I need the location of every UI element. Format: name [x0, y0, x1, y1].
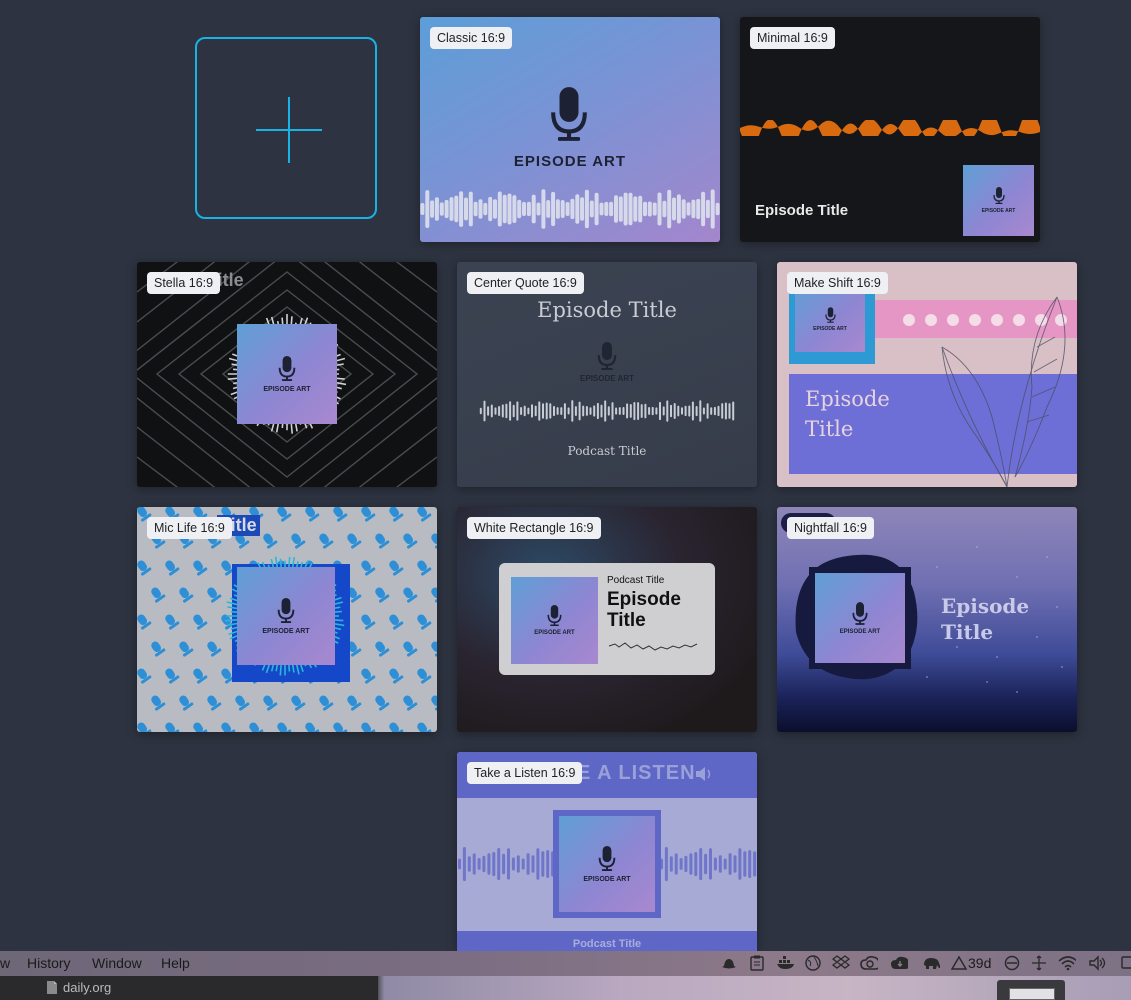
template-card-mic-life[interactable]: Title EPISODE ART Mic Life 16:9	[137, 507, 437, 732]
template-card-white-rectangle[interactable]: White Rectangle 16:9 EPISODE ART Podcast…	[457, 507, 757, 732]
globe-icon[interactable]	[804, 954, 822, 972]
microphone-icon	[550, 87, 588, 141]
microphone-icon	[852, 602, 868, 625]
podcast-title: Podcast Title	[567, 444, 647, 458]
episode-title: Episode Title	[537, 298, 677, 322]
podcast-title: Podcast Title	[607, 575, 665, 586]
podcast-title: Podcast Title	[572, 938, 642, 950]
template-card-minimal[interactable]: Minimal 16:9 Episode Title EPISODE ART	[740, 17, 1040, 242]
waveform	[608, 642, 698, 651]
menu-item-window[interactable]: Window	[92, 955, 142, 971]
circle-slash-icon[interactable]	[1003, 954, 1021, 972]
microphone-icon	[277, 598, 295, 623]
waveform	[479, 400, 735, 422]
template-card-center-quote[interactable]: Center Quote 16:9 Episode Title EPISODE …	[457, 262, 757, 487]
elephant-icon[interactable]	[922, 954, 940, 972]
microphone-icon	[825, 307, 836, 323]
waveform	[420, 189, 720, 229]
menu-item-history[interactable]: History	[27, 955, 71, 971]
waveform	[740, 120, 1040, 136]
volume-icon[interactable]	[1088, 954, 1106, 972]
menu-bar: w History Window Help 39d	[0, 951, 1131, 976]
template-card-nightfall[interactable]: EPISODE ART Episode Title Nightfall 16:9	[777, 507, 1077, 732]
template-label: White Rectangle 16:9	[467, 517, 601, 539]
template-label: Take a Listen 16:9	[467, 762, 583, 784]
wifi-icon[interactable]	[1058, 954, 1076, 972]
bottom-strip: daily.org	[0, 976, 1131, 1000]
episode-art: EPISODE ART	[237, 324, 337, 424]
microphone-icon	[993, 187, 1005, 204]
waveform-right	[660, 847, 757, 882]
menu-item-partial[interactable]: w	[0, 955, 10, 971]
microphone-icon	[278, 356, 296, 381]
template-label: Stella 16:9	[147, 272, 221, 294]
dropbox-icon[interactable]	[832, 954, 850, 972]
template-label: Make Shift 16:9	[787, 272, 888, 294]
window-thumbnail[interactable]	[997, 980, 1065, 1000]
add-template-button[interactable]	[195, 37, 377, 219]
template-label: Minimal 16:9	[750, 27, 835, 49]
episode-art: EPISODE ART	[511, 577, 598, 664]
episode-art: EPISODE ART	[815, 573, 905, 663]
cloud-download-icon[interactable]	[890, 954, 908, 972]
banner-text: E A LISTEN	[577, 762, 696, 784]
episode-art-label: EPISODE ART	[580, 374, 634, 383]
microphone-icon	[597, 342, 617, 370]
docker-icon[interactable]	[776, 954, 794, 972]
delta-icon[interactable]	[950, 954, 968, 972]
microphone-icon	[547, 605, 562, 626]
waveform-left	[458, 847, 555, 882]
template-label: Center Quote 16:9	[467, 272, 584, 294]
leaf-illustration	[941, 296, 1066, 487]
template-label: Mic Life 16:9	[147, 517, 232, 539]
display-icon[interactable]	[1118, 954, 1131, 972]
template-card-classic[interactable]: Classic 16:9 EPISODE ART	[420, 17, 720, 242]
episode-art-label: EPISODE ART	[513, 153, 627, 170]
episode-title: Episode Title	[941, 594, 1030, 644]
episode-art: EPISODE ART	[559, 816, 655, 912]
template-card-stella[interactable]: Title EPISODE ART Stella 16:9	[137, 262, 437, 487]
episode-title: Episode Title	[805, 387, 890, 441]
move-icon[interactable]	[1030, 954, 1048, 972]
menu-item-help[interactable]: Help	[161, 955, 190, 971]
speaker-icon	[696, 767, 711, 781]
file-name: daily.org	[63, 980, 112, 995]
template-card-take-a-listen[interactable]: E A LISTEN EPISODE ART Podcast Title Tak…	[457, 752, 757, 951]
clipboard-icon[interactable]	[748, 954, 766, 972]
status-counter[interactable]: 39d	[968, 955, 991, 971]
creative-cloud-icon[interactable]	[860, 954, 878, 972]
document-icon	[47, 981, 57, 994]
microphone-icon	[598, 846, 616, 871]
episode-art: EPISODE ART	[795, 286, 865, 352]
file-tab[interactable]: daily.org	[0, 976, 379, 1000]
episode-title: Episode Title	[755, 202, 849, 219]
template-label: Nightfall 16:9	[787, 517, 874, 539]
template-card-make-shift[interactable]: EPISODE ART Episode Title Make Shift 16:…	[777, 262, 1077, 487]
episode-art: EPISODE ART	[963, 165, 1034, 236]
episode-title: Episode Title	[607, 589, 681, 631]
hat-icon[interactable]	[720, 954, 738, 972]
episode-art: EPISODE ART	[237, 567, 335, 665]
template-label: Classic 16:9	[430, 27, 513, 49]
